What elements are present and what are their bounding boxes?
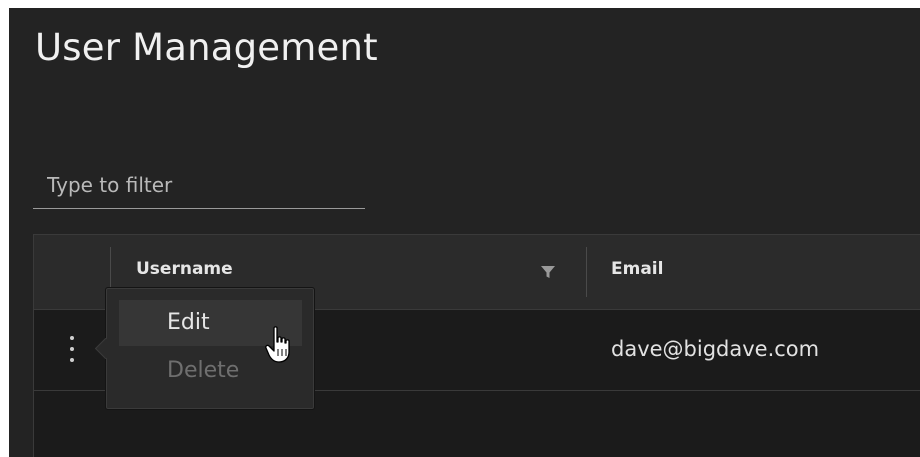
kebab-menu-icon[interactable] bbox=[67, 332, 77, 368]
filter-icon[interactable] bbox=[540, 264, 556, 280]
filter-field[interactable] bbox=[33, 164, 365, 209]
filter-input[interactable] bbox=[33, 164, 365, 206]
hand-pointer-icon bbox=[265, 326, 290, 363]
page-title: User Management bbox=[35, 26, 378, 69]
email-cell: dave@bigdave.com bbox=[611, 337, 820, 361]
app-window: User Management Username Email dave@bigd… bbox=[9, 8, 920, 457]
column-separator[interactable] bbox=[586, 247, 587, 297]
column-header-username[interactable]: Username bbox=[136, 259, 233, 279]
column-header-email[interactable]: Email bbox=[611, 259, 663, 279]
